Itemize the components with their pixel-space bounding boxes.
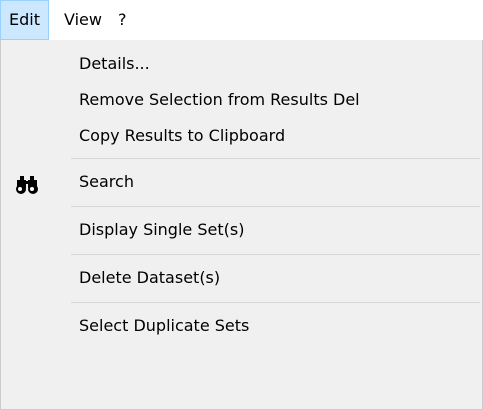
binoculars-icon: [15, 172, 39, 194]
menu-item-remove-selection[interactable]: Remove Selection from Results Del: [1, 82, 482, 118]
menu-item-copy-results[interactable]: Copy Results to Clipboard: [1, 118, 482, 154]
menu-item-display-single-sets[interactable]: Display Single Set(s): [1, 212, 482, 248]
menu-separator: [71, 302, 480, 303]
menu-edit[interactable]: Edit: [0, 0, 49, 40]
menu-item-label: Display Single Set(s): [79, 220, 245, 239]
menu-separator: [71, 254, 480, 255]
menu-item-label: Delete Dataset(s): [79, 268, 221, 287]
menu-help[interactable]: ?: [110, 0, 136, 40]
menu-item-select-duplicate-sets[interactable]: Select Duplicate Sets: [1, 308, 482, 344]
menu-item-label: Copy Results to Clipboard: [79, 126, 286, 145]
menu-view[interactable]: View: [55, 0, 110, 40]
menu-item-label: Search: [79, 172, 134, 191]
menu-item-delete-datasets[interactable]: Delete Dataset(s): [1, 260, 482, 296]
menu-item-label: Remove Selection from Results Del: [79, 90, 360, 109]
menu-item-details[interactable]: Details...: [1, 46, 482, 82]
menu-bar: Edit View ?: [0, 0, 483, 40]
menu-item-search[interactable]: Search: [1, 164, 482, 200]
menu-item-label: Select Duplicate Sets: [79, 316, 250, 335]
menu-separator: [71, 206, 480, 207]
edit-menu-dropdown: Details... Remove Selection from Results…: [0, 40, 483, 410]
menu-separator: [71, 158, 480, 159]
menu-item-label: Details...: [79, 54, 150, 73]
